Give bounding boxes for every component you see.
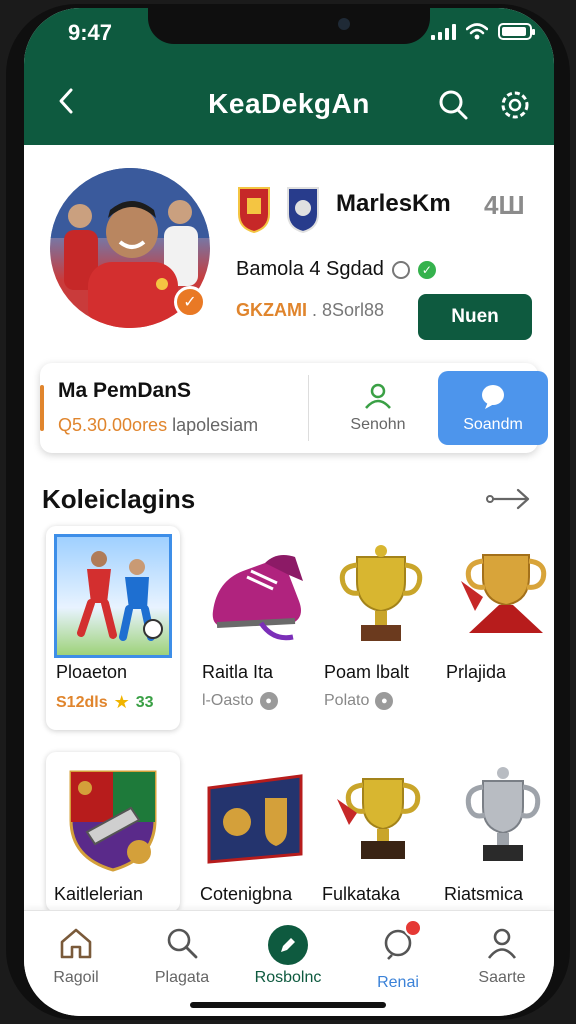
- collection-card-player[interactable]: Ploaeton S12dls ★ 33: [46, 526, 180, 730]
- profile-number: 4Ш: [484, 190, 525, 220]
- arrow-right-icon[interactable]: [484, 486, 532, 512]
- boot-icon: [200, 534, 318, 658]
- settings-gear-icon[interactable]: [498, 88, 532, 122]
- profile-stats: GKZAMI . 8Sorl88: [236, 300, 384, 321]
- nav-search[interactable]: Plagata: [132, 925, 232, 987]
- collection-card-red-trophy[interactable]: Prlajida: [436, 526, 554, 730]
- player-action-icon: [54, 534, 172, 658]
- notification-icon-wrap: [380, 919, 422, 966]
- status-time: 9:47: [68, 20, 113, 45]
- collection-card-boot[interactable]: Raitla Ita l-Oasto ●: [192, 526, 326, 730]
- card-title: Kaitlelerian: [54, 884, 144, 904]
- club-crest-icon: [238, 187, 270, 234]
- option-selected[interactable]: Soandm: [438, 371, 548, 445]
- banner-plaque-icon: [200, 758, 318, 878]
- front-camera: [338, 18, 350, 30]
- info-card: Ma PemDanS Q5.30.00ores lapolesiam Senoh…: [40, 363, 548, 453]
- bottom-navigation: Ragoil Plagata Rosbolnc Renai Saarte: [24, 910, 554, 1016]
- card-title: Cotenigbna: [200, 884, 293, 904]
- card-title: Raitla Ita: [202, 662, 274, 682]
- compose-icon: [268, 925, 308, 965]
- profile-name: MarlesKm: [336, 190, 451, 217]
- card-subtitle: l-Oasto ●: [202, 692, 278, 710]
- card-title: Ploaeton: [56, 662, 128, 682]
- notification-badge: [404, 919, 422, 937]
- league-crest-icon: [287, 187, 319, 234]
- card-rating: 33: [135, 693, 154, 711]
- person-icon: [365, 383, 391, 409]
- phone-notch: [148, 8, 430, 44]
- card-points: S12dls: [56, 693, 108, 711]
- section-title: Koleiclagins: [42, 484, 196, 514]
- collection-card-shield[interactable]: Kaitlelerian: [46, 752, 180, 912]
- collection-card-silver[interactable]: Riatsmica: [436, 752, 554, 912]
- chat-bubble-icon: [482, 385, 504, 409]
- search-icon[interactable]: [436, 88, 470, 122]
- nav-profile-label: Saarte: [478, 969, 526, 986]
- home-indicator[interactable]: [190, 1002, 386, 1008]
- tag-icon: ●: [375, 692, 394, 710]
- nav-notifications[interactable]: Renai: [348, 919, 448, 992]
- card-title: Prlajida: [446, 662, 507, 682]
- search-icon: [167, 928, 198, 959]
- app-header: 9:47 KeaDekgAn: [24, 8, 554, 145]
- nav-home[interactable]: Ragoil: [26, 925, 126, 987]
- card-title: Fulkataka: [322, 884, 401, 904]
- wifi-icon: [466, 23, 488, 40]
- info-accent-bar: [40, 385, 44, 431]
- team-name: Bamola 4 Sgdad: [236, 258, 384, 280]
- nav-profile[interactable]: Saarte: [452, 925, 552, 987]
- info-title: Ma PemDanS: [58, 379, 192, 402]
- nav-home-label: Ragoil: [53, 969, 99, 986]
- card-title: Poam lbalt: [324, 662, 410, 682]
- shield-crest-icon: [54, 758, 172, 878]
- info-sub-highlight: Q5.30.00ores: [58, 415, 168, 435]
- card-subtitle: Polato ●: [324, 692, 394, 710]
- profile-icon: [487, 928, 517, 959]
- option-selected-label: Soandm: [463, 416, 523, 433]
- divider: [308, 375, 309, 441]
- stats-highlight: GKZAMI: [236, 300, 307, 320]
- profile-avatar[interactable]: ✓: [50, 168, 210, 328]
- collection-card-cup[interactable]: Fulkataka: [314, 752, 448, 912]
- page-title: KeaDekgAn: [208, 88, 370, 119]
- card-subtitle: S12dls ★ 33: [56, 692, 154, 713]
- app-screen: 9:47 KeaDekgAn ✓ MarlesKm 4Ш Bamola 4 Sg…: [24, 8, 554, 1016]
- card-sub-text: l-Oasto: [202, 692, 254, 709]
- nav-notifications-label: Renai: [377, 974, 419, 991]
- stats-rest: . 8Sorl88: [312, 300, 385, 320]
- card-title: Riatsmica: [444, 884, 524, 904]
- option-person-label: Senohn: [350, 416, 406, 433]
- home-icon: [60, 928, 92, 959]
- gold-trophy-icon: [322, 534, 440, 658]
- collection-card-banner[interactable]: Cotenigbna: [192, 752, 326, 912]
- follow-button[interactable]: Nuen: [418, 294, 532, 340]
- battery-icon: [498, 23, 535, 40]
- option-person[interactable]: Senohn: [330, 373, 426, 443]
- tag-icon: ●: [259, 692, 278, 710]
- info-sub-rest: lapolesiam: [172, 415, 259, 435]
- nav-search-label: Plagata: [154, 969, 210, 986]
- star-icon: ★: [113, 692, 130, 712]
- nav-compose[interactable]: Rosbolnc: [238, 925, 338, 987]
- cup-trophy-icon: [322, 758, 440, 878]
- red-trophy-icon: [444, 534, 554, 658]
- card-sub-text: Polato: [324, 692, 370, 709]
- verified-check-icon: ✓: [174, 286, 206, 318]
- verified-green-icon: ✓: [417, 260, 436, 279]
- info-circle-icon: [391, 260, 410, 279]
- signal-icon: [431, 23, 456, 40]
- collection-card-gold-trophy[interactable]: Poam lbalt Polato ●: [314, 526, 448, 730]
- silver-trophy-icon: [444, 758, 554, 878]
- status-icons: [431, 23, 535, 40]
- nav-compose-label: Rosbolnc: [254, 969, 322, 986]
- team-line: Bamola 4 Sgdad ✓: [236, 258, 436, 281]
- info-subtitle: Q5.30.00ores lapolesiam: [58, 415, 258, 436]
